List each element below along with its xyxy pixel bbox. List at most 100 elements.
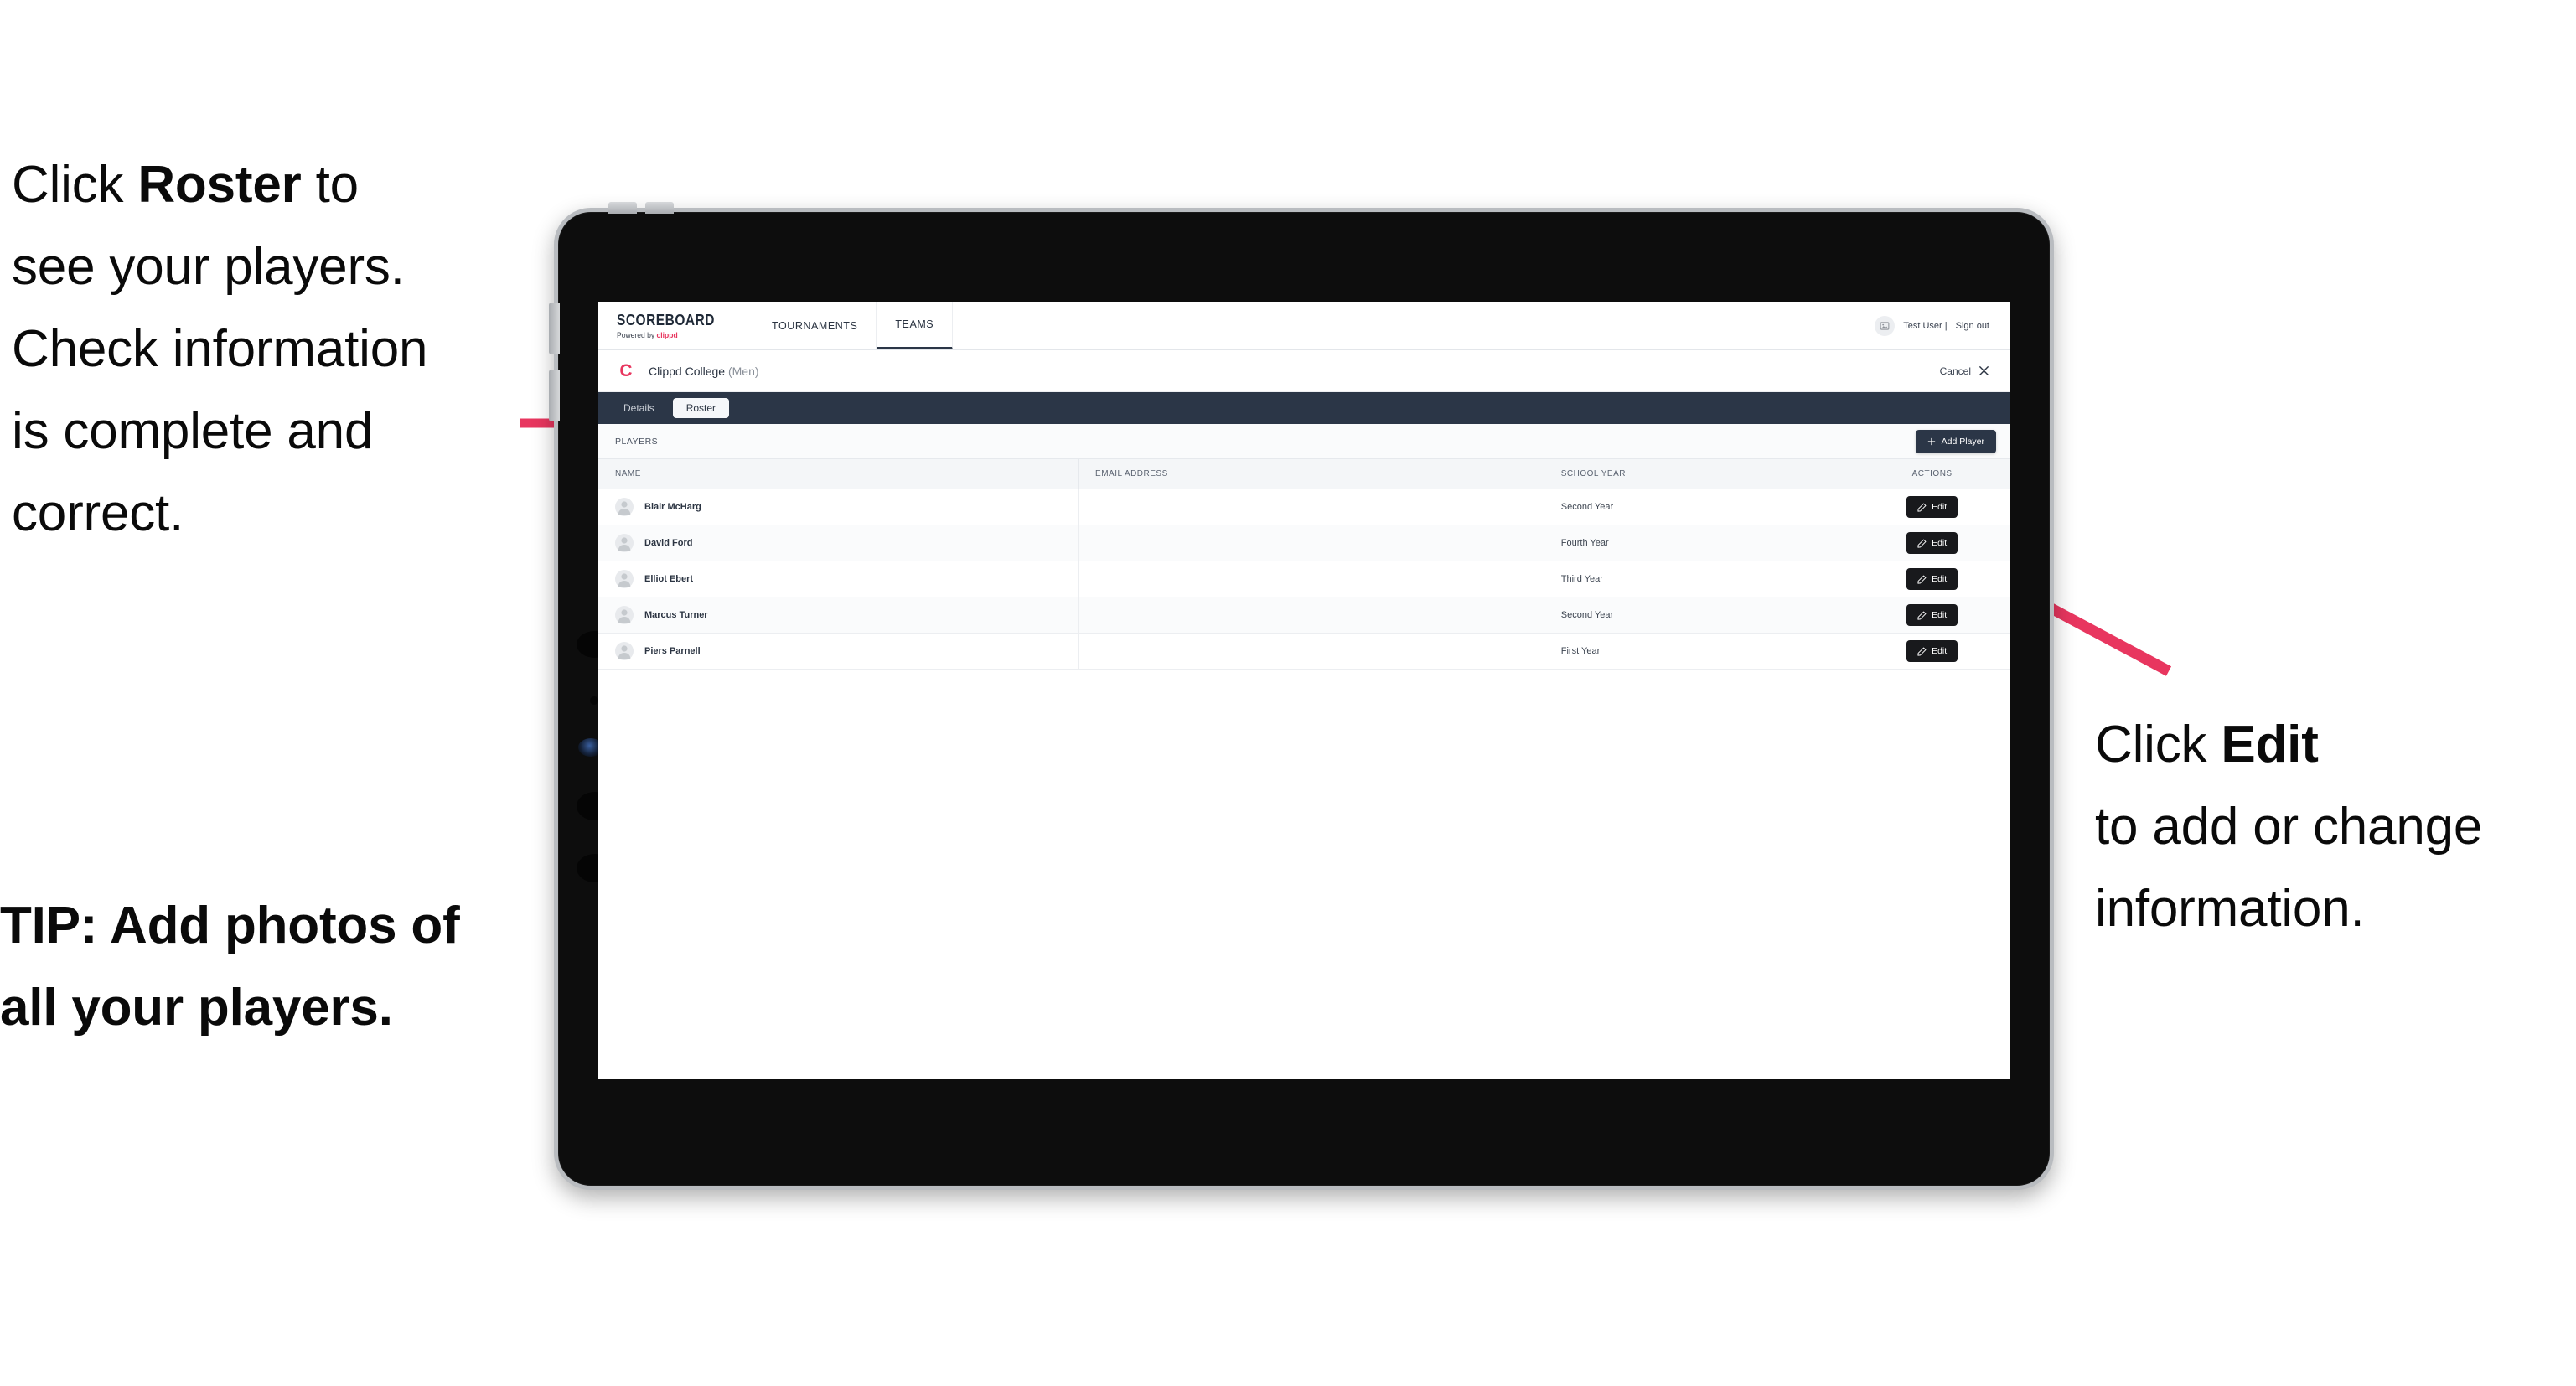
school-year-value: Third Year <box>1560 574 1603 584</box>
cell-email <box>1078 525 1544 561</box>
table-empty-area <box>598 670 2010 1079</box>
edit-button[interactable]: Edit <box>1906 568 1958 590</box>
edit-button-label: Edit <box>1932 538 1948 548</box>
edit-button[interactable]: Edit <box>1906 604 1958 626</box>
table-header-row: NAME EMAIL ADDRESS SCHOOL YEAR ACTIONS <box>598 459 2010 489</box>
callout-tip-line2: all your players. <box>0 978 393 1037</box>
nav-tab-teams[interactable]: TEAMS <box>877 302 954 349</box>
close-x-icon <box>1979 365 1989 376</box>
edit-button-label: Edit <box>1932 502 1948 512</box>
callout-edit-line3: information. <box>2095 879 2365 938</box>
cell-actions: Edit <box>1854 489 2010 525</box>
column-header-name: NAME <box>598 459 1079 489</box>
clippd-c-logo-icon: C <box>619 360 633 380</box>
cell-actions: Edit <box>1854 597 2010 634</box>
table-row: David Ford Fourth Year Edit <box>598 525 2010 561</box>
edit-button-label: Edit <box>1932 646 1948 656</box>
brand-logo[interactable]: SCOREBOARD Powered by clippd <box>598 302 754 349</box>
tab-roster[interactable]: Roster <box>672 398 730 418</box>
edit-button[interactable]: Edit <box>1906 532 1958 554</box>
callout-roster-line1-pre: Click <box>12 156 138 214</box>
nav-tab-tournaments[interactable]: TOURNAMENTS <box>753 302 877 349</box>
pencil-icon <box>1917 539 1927 548</box>
edit-button[interactable]: Edit <box>1906 496 1958 518</box>
add-player-button[interactable]: Add Player <box>1915 429 1996 453</box>
player-identity: Marcus Turner <box>615 606 1078 624</box>
table-row: Piers Parnell First Year Edit <box>598 633 2010 670</box>
cell-actions: Edit <box>1854 561 2010 597</box>
screenshot-canvas: Click Roster to see your players. Check … <box>0 0 2576 1386</box>
team-gender-text: (Men) <box>725 364 759 378</box>
cell-actions: Edit <box>1854 633 2010 670</box>
pencil-icon <box>1917 575 1927 584</box>
cell-name: Marcus Turner <box>598 597 1079 634</box>
callout-edit-line2: to add or change <box>2095 797 2483 856</box>
player-avatar-icon <box>615 642 634 660</box>
school-year-value: Second Year <box>1560 610 1614 620</box>
callout-roster-bold-roster: Roster <box>137 156 302 214</box>
cell-email <box>1078 561 1544 597</box>
school-year-value: Fourth Year <box>1560 538 1609 548</box>
cell-name: Piers Parnell <box>598 633 1079 670</box>
player-name: Marcus Turner <box>644 610 708 620</box>
roster-table: NAME EMAIL ADDRESS SCHOOL YEAR ACTIONS B… <box>598 459 2010 670</box>
school-year-value: First Year <box>1560 646 1601 656</box>
cell-school-year: Second Year <box>1544 597 1855 634</box>
sign-out-link[interactable]: Sign out <box>1956 321 1989 331</box>
players-toolbar: PLAYERS Add Player <box>598 424 2010 459</box>
user-account-area: Test User | Sign out <box>1865 302 2010 349</box>
cell-school-year: Third Year <box>1544 561 1855 597</box>
cell-actions: Edit <box>1854 525 2010 561</box>
cell-school-year: Second Year <box>1544 489 1855 525</box>
cell-name: Blair McHarg <box>598 489 1079 525</box>
plus-icon <box>1927 437 1935 445</box>
callout-tip-line1: TIP: Add photos of <box>0 897 460 954</box>
add-player-label: Add Player <box>1941 436 1984 447</box>
edit-button[interactable]: Edit <box>1906 640 1958 662</box>
avatar[interactable] <box>1875 315 1896 336</box>
hardware-button-top-right[interactable] <box>645 202 674 214</box>
player-identity: Piers Parnell <box>615 642 1078 660</box>
callout-roster-text: Click Roster to see your players. Check … <box>12 144 548 555</box>
column-header-email: EMAIL ADDRESS <box>1078 459 1544 489</box>
player-name: Blair McHarg <box>644 502 701 512</box>
callout-roster-line1-post: to <box>301 156 360 214</box>
tablet-device: SCOREBOARD Powered by clippd TOURNAMENTS… <box>549 202 2054 1190</box>
cancel-button[interactable]: Cancel <box>1940 365 1989 377</box>
player-avatar-icon <box>615 534 634 552</box>
player-identity: Elliot Ebert <box>615 570 1078 588</box>
player-identity: David Ford <box>615 534 1078 552</box>
cell-email <box>1078 597 1544 634</box>
volume-down-button[interactable] <box>549 370 560 421</box>
tab-details[interactable]: Details <box>610 398 668 418</box>
column-header-school-year: SCHOOL YEAR <box>1544 459 1855 489</box>
volume-up-button[interactable] <box>549 303 560 354</box>
brand-subtitle: Powered by clippd <box>617 331 725 339</box>
player-avatar-icon <box>615 498 634 516</box>
player-avatar-icon <box>615 570 634 588</box>
edit-button-label: Edit <box>1932 574 1948 584</box>
edit-button-label: Edit <box>1932 610 1948 620</box>
callout-roster-line2: see your players. <box>12 237 405 296</box>
callout-roster-line5: correct. <box>12 484 184 542</box>
callout-edit-bold-edit: Edit <box>2221 716 2319 773</box>
hardware-button-top-left[interactable] <box>608 202 637 214</box>
player-name: Piers Parnell <box>644 646 701 656</box>
cancel-label: Cancel <box>1939 365 1971 377</box>
player-name: Elliot Ebert <box>644 574 694 584</box>
roster-table-body: Blair McHarg Second Year Edit David Ford Fou… <box>598 489 2010 670</box>
school-year-value: Second Year <box>1560 502 1614 512</box>
brand-clippd-name: clippd <box>656 331 678 339</box>
cell-school-year: First Year <box>1544 633 1855 670</box>
team-name-text: Clippd College <box>649 364 726 378</box>
team-name-title: Clippd College (Men) <box>649 365 759 378</box>
pencil-icon <box>1917 611 1927 620</box>
cell-email <box>1078 633 1544 670</box>
cell-name: Elliot Ebert <box>598 561 1079 597</box>
image-placeholder-icon <box>1880 321 1890 330</box>
player-identity: Blair McHarg <box>615 498 1078 516</box>
table-row: Marcus Turner Second Year Edit <box>598 597 2010 634</box>
table-row: Blair McHarg Second Year Edit <box>598 489 2010 525</box>
tablet-screen: SCOREBOARD Powered by clippd TOURNAMENTS… <box>598 302 2010 1079</box>
